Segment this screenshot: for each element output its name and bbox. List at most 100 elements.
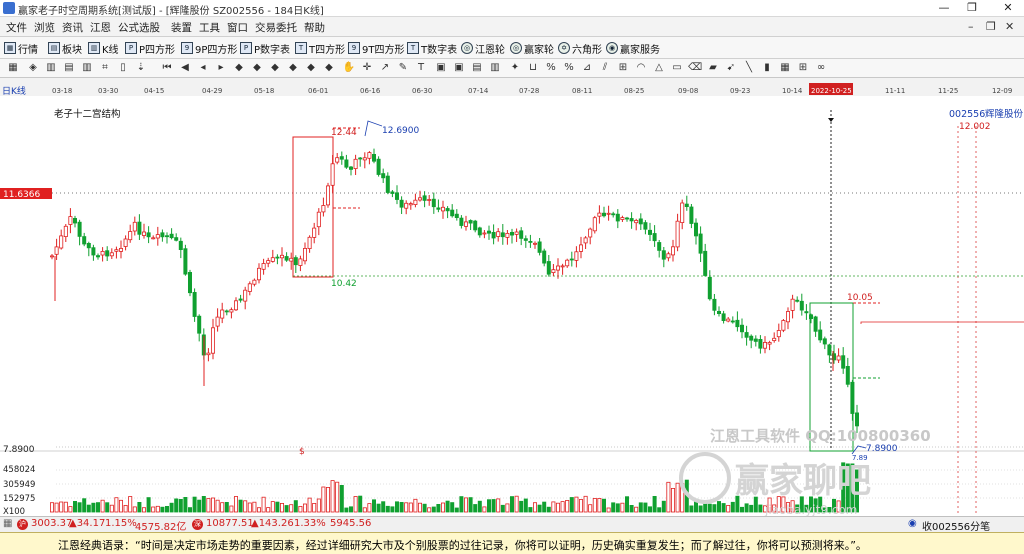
- menu-window[interactable]: 窗口: [227, 20, 248, 35]
- diamond-icon[interactable]: ◆: [286, 61, 300, 75]
- line-tool-icon[interactable]: ↗: [378, 61, 392, 75]
- draw-tool-icon[interactable]: ⌗: [98, 61, 112, 75]
- child-minimize-button[interactable]: –: [968, 20, 974, 33]
- candle-body: [652, 233, 657, 242]
- candle-body: [77, 221, 82, 237]
- hand-icon[interactable]: ✋: [342, 61, 356, 75]
- menu-file[interactable]: 文件: [6, 20, 27, 35]
- color-icon[interactable]: ▮: [760, 61, 774, 75]
- arc-icon[interactable]: ◠: [634, 61, 648, 75]
- settings-icon[interactable]: ✦: [508, 61, 522, 75]
- crosshair-icon[interactable]: ✛: [360, 61, 374, 75]
- grid-toggle-icon[interactable]: ⊞: [796, 61, 810, 75]
- date-tick-label: 11-11: [885, 87, 905, 95]
- volume-bar: [509, 496, 514, 513]
- forward-icon[interactable]: ▸: [214, 61, 228, 75]
- volume-bar: [546, 506, 551, 513]
- diamond-icon[interactable]: ◆: [232, 61, 246, 75]
- menu-tools[interactable]: 工具: [199, 20, 220, 35]
- line-icon[interactable]: ╲: [742, 61, 756, 75]
- candle-body: [243, 289, 248, 302]
- minimize-button[interactable]: —: [930, 0, 958, 17]
- menu-help[interactable]: 帮助: [304, 20, 325, 35]
- date-tick-label: 08-25: [624, 87, 644, 95]
- zoom-icon[interactable]: ▥: [488, 61, 502, 75]
- diamond-icon[interactable]: ◆: [250, 61, 264, 75]
- arrow-icon[interactable]: ➹: [724, 61, 738, 75]
- ratio-icon[interactable]: %: [562, 61, 576, 75]
- candle-body: [648, 229, 653, 235]
- volume-bar: [132, 506, 137, 513]
- draw-tool-icon[interactable]: ◈: [26, 61, 40, 75]
- diamond-icon[interactable]: ◆: [268, 61, 282, 75]
- draw-tool-icon[interactable]: ▥: [44, 61, 58, 75]
- candle-body: [210, 327, 215, 354]
- tick-data-label[interactable]: 收002556分笔: [922, 518, 990, 533]
- candle-body: [390, 191, 395, 194]
- 9t-square-button[interactable]: 9 9T四方形: [348, 40, 404, 56]
- t-table-button[interactable]: T T数字表: [407, 40, 457, 56]
- menu-info[interactable]: 资讯: [62, 20, 83, 35]
- service-button[interactable]: ◉ 赢家服务: [606, 40, 660, 56]
- candle-body: [841, 355, 846, 369]
- 9p-square-button[interactable]: 9 9P四方形: [181, 40, 237, 56]
- prev-icon[interactable]: ◀: [178, 61, 192, 75]
- chart-tool-icon[interactable]: ▣: [434, 61, 448, 75]
- channel-icon[interactable]: ⫽: [598, 61, 612, 75]
- table-icon[interactable]: ▦: [778, 61, 792, 75]
- hexagon-button[interactable]: ✡ 六角形: [558, 40, 602, 56]
- draw-tool-icon[interactable]: ▥: [80, 61, 94, 75]
- candle-body: [316, 211, 321, 228]
- kline-button[interactable]: ▥ K线: [88, 40, 119, 56]
- maximize-button[interactable]: ❐: [958, 0, 986, 17]
- print-icon[interactable]: ▤: [470, 61, 484, 75]
- candle-body: [312, 227, 317, 238]
- sectors-button[interactable]: ▤ 板块: [48, 40, 82, 56]
- menu-formula[interactable]: 公式选股: [118, 20, 160, 35]
- child-restore-button[interactable]: ❐: [986, 20, 996, 33]
- cycle-icon[interactable]: ⊞: [616, 61, 630, 75]
- delete-icon[interactable]: ⌫: [688, 61, 702, 75]
- draw-tool-icon[interactable]: ⇣: [134, 61, 148, 75]
- status-speaker-icon[interactable]: ◉: [908, 518, 917, 529]
- diamond-icon[interactable]: ◆: [304, 61, 318, 75]
- t-square-button[interactable]: T T四方形: [295, 40, 345, 56]
- winner-wheel-button[interactable]: ◎ 赢家轮: [510, 40, 554, 56]
- volume-bar: [634, 506, 639, 513]
- eraser-icon[interactable]: ▰: [706, 61, 720, 75]
- layout-icon[interactable]: ▦: [6, 61, 20, 75]
- back-icon[interactable]: ◂: [196, 61, 210, 75]
- draw-tool-icon[interactable]: ▤: [62, 61, 76, 75]
- percent-icon[interactable]: %: [544, 61, 558, 75]
- volume-bar: [422, 503, 427, 513]
- triangle-icon[interactable]: △: [652, 61, 666, 75]
- candle-body: [187, 271, 192, 294]
- text-tool-icon[interactable]: T: [414, 61, 428, 75]
- fan-icon[interactable]: ⊿: [580, 61, 594, 75]
- p-table-button[interactable]: P P数字表: [240, 40, 290, 56]
- menu-trade[interactable]: 交易委托: [255, 20, 297, 35]
- gann-wheel-button[interactable]: ◎ 江恩轮: [461, 40, 505, 56]
- close-button[interactable]: ✕: [992, 0, 1024, 17]
- candle-body: [362, 157, 367, 161]
- kline-chart[interactable]: 老子十二宫结构 002556 辉隆股份 12.002 11.6366 7.890…: [0, 96, 1024, 516]
- diamond-icon[interactable]: ◆: [322, 61, 336, 75]
- rect-icon[interactable]: ▭: [670, 61, 684, 75]
- quotes-button[interactable]: ▦ 行情: [4, 40, 38, 56]
- child-close-button[interactable]: ✕: [1005, 20, 1014, 33]
- save-icon[interactable]: ▣: [452, 61, 466, 75]
- menu-browse[interactable]: 浏览: [34, 20, 55, 35]
- magnet-icon[interactable]: ⊔: [526, 61, 540, 75]
- candle-body: [546, 261, 551, 275]
- p-square-button[interactable]: P P四方形: [125, 40, 175, 56]
- infinity-icon[interactable]: ∞: [814, 61, 828, 75]
- menu-gann[interactable]: 江恩: [90, 20, 111, 35]
- candle-body: [730, 320, 735, 323]
- volume-tick-2: 305949: [3, 480, 35, 490]
- date-tick-label: 03-18: [52, 87, 72, 95]
- ruler-icon[interactable]: ✎: [396, 61, 410, 75]
- draw-tool-icon[interactable]: ▯: [116, 61, 130, 75]
- first-icon[interactable]: ⏮: [160, 61, 174, 75]
- menu-setup[interactable]: 装置: [171, 20, 192, 35]
- status-grid-icon[interactable]: ▦: [3, 518, 12, 529]
